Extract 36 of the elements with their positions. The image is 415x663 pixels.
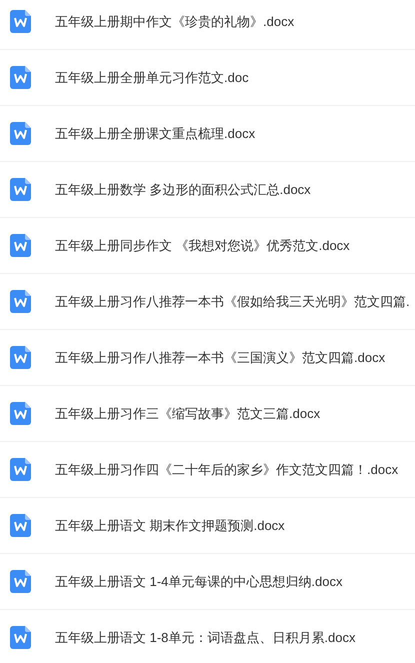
file-name: 五年级上册习作三《缩写故事》范文三篇.docx bbox=[55, 404, 320, 423]
file-row[interactable]: 五年级上册语文 期末作文押题预测.docx bbox=[0, 498, 415, 554]
file-row[interactable]: 五年级上册语文 1-4单元每课的中心思想归纳.docx bbox=[0, 554, 415, 610]
word-document-icon bbox=[10, 178, 31, 201]
word-document-icon bbox=[10, 66, 31, 89]
word-document-icon bbox=[10, 570, 31, 593]
file-row[interactable]: 五年级上册习作四《二十年后的家乡》作文范文四篇！.docx bbox=[0, 442, 415, 498]
file-name: 五年级上册全册课文重点梳理.docx bbox=[55, 124, 256, 143]
word-document-icon bbox=[10, 10, 31, 33]
word-document-icon bbox=[10, 346, 31, 369]
file-name: 五年级上册语文 1-8单元：词语盘点、日积月累.docx bbox=[55, 628, 356, 647]
file-name: 五年级上册习作八推荐一本书《三国演义》范文四篇.docx bbox=[55, 348, 386, 367]
file-name: 五年级上册同步作文 《我想对您说》优秀范文.docx bbox=[55, 236, 350, 255]
file-row[interactable]: 五年级上册全册课文重点梳理.docx bbox=[0, 106, 415, 162]
file-row[interactable]: 五年级上册习作三《缩写故事》范文三篇.docx bbox=[0, 386, 415, 442]
file-row[interactable]: 五年级上册数学 多边形的面积公式汇总.docx bbox=[0, 162, 415, 218]
file-name: 五年级上册习作八推荐一本书《假如给我三天光明》范文四篇. bbox=[55, 292, 410, 311]
file-row[interactable]: 五年级上册语文 1-8单元：词语盘点、日积月累.docx bbox=[0, 610, 415, 663]
file-name: 五年级上册语文 1-4单元每课的中心思想归纳.docx bbox=[55, 572, 342, 591]
file-row[interactable]: 五年级上册习作八推荐一本书《假如给我三天光明》范文四篇. bbox=[0, 274, 415, 330]
file-name: 五年级上册期中作文《珍贵的礼物》.docx bbox=[55, 12, 294, 31]
word-document-icon bbox=[10, 458, 31, 481]
word-document-icon bbox=[10, 122, 31, 145]
word-document-icon bbox=[10, 290, 31, 313]
word-document-icon bbox=[10, 402, 31, 425]
file-row[interactable]: 五年级上册同步作文 《我想对您说》优秀范文.docx bbox=[0, 218, 415, 274]
file-name: 五年级上册数学 多边形的面积公式汇总.docx bbox=[55, 180, 311, 199]
file-name: 五年级上册习作四《二十年后的家乡》作文范文四篇！.docx bbox=[55, 460, 398, 479]
word-document-icon bbox=[10, 626, 31, 649]
file-row[interactable]: 五年级上册习作八推荐一本书《三国演义》范文四篇.docx bbox=[0, 330, 415, 386]
file-row[interactable]: 五年级上册全册单元习作范文.doc bbox=[0, 50, 415, 106]
word-document-icon bbox=[10, 514, 31, 537]
file-name: 五年级上册语文 期末作文押题预测.docx bbox=[55, 516, 285, 535]
word-document-icon bbox=[10, 234, 31, 257]
file-name: 五年级上册全册单元习作范文.doc bbox=[55, 68, 249, 87]
file-row[interactable]: 五年级上册期中作文《珍贵的礼物》.docx bbox=[0, 0, 415, 50]
